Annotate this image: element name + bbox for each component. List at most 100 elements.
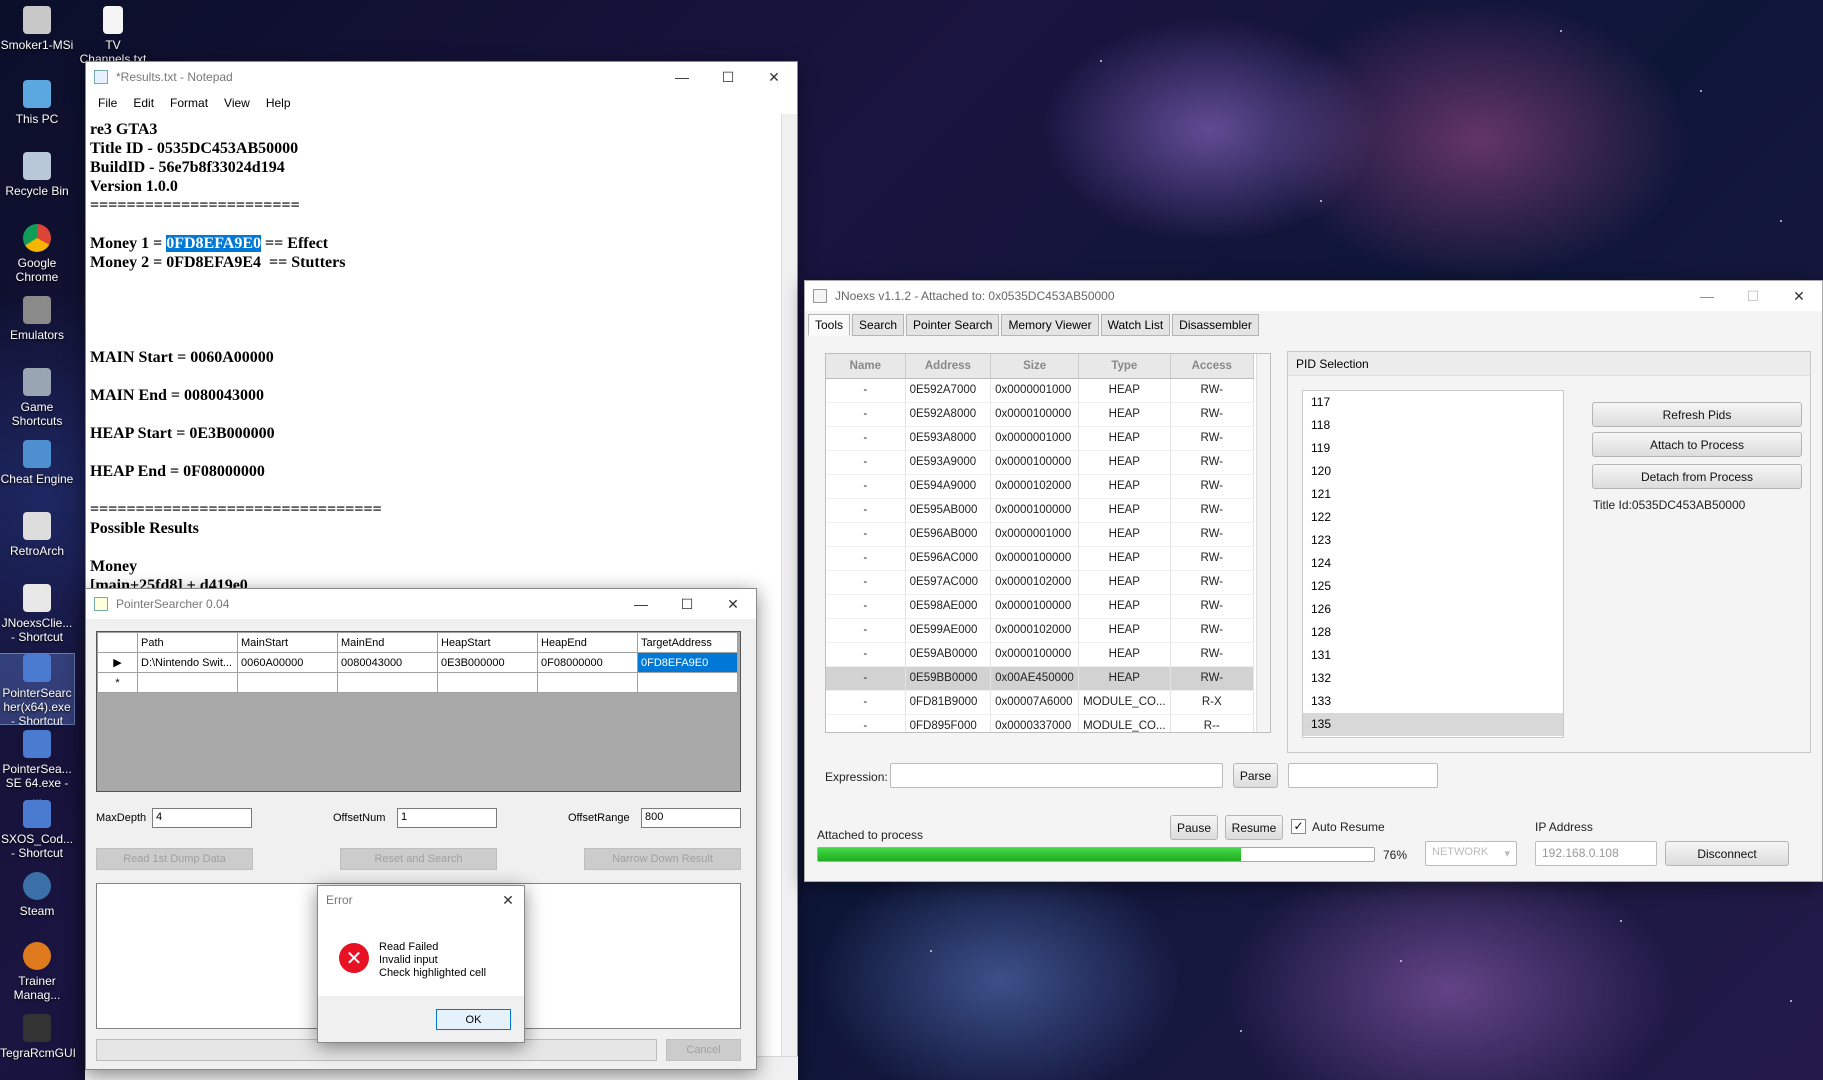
close-button[interactable]: ✕ bbox=[751, 62, 797, 92]
table-row[interactable]: -0E598AE000 0x0000100000 HEAP RW- bbox=[826, 594, 1255, 619]
cell-name[interactable]: - bbox=[826, 474, 906, 499]
cell-access[interactable]: RW- bbox=[1170, 474, 1255, 499]
table-row[interactable]: -0E592A7000 0x0000001000 HEAP RW- bbox=[826, 378, 1255, 403]
desktop-icon-smoker1[interactable]: Smoker1-MSi bbox=[0, 6, 74, 64]
tab-watch-list[interactable]: Watch List bbox=[1100, 314, 1171, 336]
pid-list[interactable]: 117 118 119 120 121 122 123 124 125 126 128 131 132 1… bbox=[1302, 390, 1564, 738]
offsetnum-input[interactable]: 1 bbox=[397, 808, 497, 828]
pointersearcher-titlebar[interactable]: PointerSearcher 0.04 — ☐ ✕ bbox=[86, 589, 756, 619]
cell-access[interactable]: RW- bbox=[1170, 522, 1255, 547]
table-row[interactable]: -0FD895F000 0x0000337000 MODULE_CO... R-- bbox=[826, 714, 1255, 732]
table-row[interactable]: -0E592A8000 0x0000100000 HEAP RW- bbox=[826, 402, 1255, 427]
tab-memory-viewer[interactable]: Memory Viewer bbox=[1001, 314, 1099, 336]
cell-size[interactable]: 0x0000100000 bbox=[990, 642, 1080, 667]
close-button[interactable]: ✕ bbox=[492, 886, 524, 914]
close-button[interactable]: ✕ bbox=[710, 589, 756, 619]
cell-size[interactable]: 0x0000001000 bbox=[990, 378, 1080, 403]
parse-button[interactable]: Parse bbox=[1233, 763, 1278, 788]
desktop-icon-steam[interactable]: Steam bbox=[0, 872, 74, 918]
list-item[interactable]: 121 bbox=[1303, 483, 1563, 506]
column-header-targetaddress[interactable]: TargetAddress bbox=[637, 632, 738, 653]
list-item[interactable]: 135 bbox=[1303, 713, 1563, 736]
cell-type[interactable]: HEAP bbox=[1078, 378, 1171, 403]
cell-type[interactable]: HEAP bbox=[1078, 402, 1171, 427]
list-item[interactable]: 126 bbox=[1303, 598, 1563, 621]
cell-address[interactable]: 0E594A9000 bbox=[905, 474, 992, 499]
notepad-titlebar[interactable]: *Results.txt - Notepad — ☐ ✕ bbox=[86, 62, 797, 92]
cell-type[interactable]: HEAP bbox=[1078, 498, 1171, 523]
minimize-button[interactable]: — bbox=[1684, 281, 1730, 311]
menu-help[interactable]: Help bbox=[258, 96, 299, 110]
cell-name[interactable]: - bbox=[826, 402, 906, 427]
empty-cell[interactable] bbox=[637, 672, 738, 693]
cell-targetaddress[interactable]: 0FD8EFA9E0 bbox=[637, 652, 738, 673]
expression-input[interactable] bbox=[890, 763, 1223, 788]
table-row[interactable]: -0E594A9000 0x0000102000 HEAP RW- bbox=[826, 474, 1255, 499]
cell-address[interactable]: 0FD81B9000 bbox=[905, 690, 992, 715]
minimize-button[interactable]: — bbox=[659, 62, 705, 92]
list-item[interactable]: 125 bbox=[1303, 575, 1563, 598]
cell-address[interactable]: 0E596AC000 bbox=[905, 546, 992, 571]
cell-mainend[interactable]: 0080043000 bbox=[337, 652, 438, 673]
cell-access[interactable]: RW- bbox=[1170, 594, 1255, 619]
cell-type[interactable]: HEAP bbox=[1078, 642, 1171, 667]
list-item[interactable]: 132 bbox=[1303, 667, 1563, 690]
column-header-heapend[interactable]: HeapEnd bbox=[537, 632, 638, 653]
column-header-name[interactable]: Name bbox=[826, 354, 906, 379]
minimize-button[interactable]: — bbox=[618, 589, 664, 619]
cell-type[interactable]: HEAP bbox=[1078, 546, 1171, 571]
menu-edit[interactable]: Edit bbox=[125, 96, 162, 110]
table-row[interactable]: -0E596AB000 0x0000001000 HEAP RW- bbox=[826, 522, 1255, 547]
cell-size[interactable]: 0x0000001000 bbox=[990, 426, 1080, 451]
auto-resume-checkbox[interactable]: ✓ bbox=[1291, 819, 1306, 834]
ip-address-input[interactable]: 192.168.0.108 bbox=[1535, 841, 1657, 866]
desktop-icon-sxos[interactable]: SXOS_Cod... - Shortcut bbox=[0, 800, 74, 860]
cell-access[interactable]: RW- bbox=[1170, 426, 1255, 451]
cancel-button[interactable]: Cancel bbox=[666, 1039, 741, 1061]
tab-search[interactable]: Search bbox=[852, 314, 905, 336]
cell-access[interactable]: RW- bbox=[1170, 378, 1255, 403]
error-titlebar[interactable]: Error ✕ bbox=[318, 886, 524, 914]
column-header-access[interactable]: Access bbox=[1170, 354, 1255, 379]
table-row[interactable]: -0E59BB0000 0x00AE450000 HEAP RW- bbox=[826, 666, 1255, 691]
cell-type[interactable]: HEAP bbox=[1078, 426, 1171, 451]
table-row[interactable]: -0E59AB0000 0x0000100000 HEAP RW- bbox=[826, 642, 1255, 667]
cell-type[interactable]: MODULE_CO... bbox=[1078, 714, 1171, 732]
cell-address[interactable]: 0E595AB000 bbox=[905, 498, 992, 523]
menu-file[interactable]: File bbox=[90, 96, 125, 110]
cell-size[interactable]: 0x0000100000 bbox=[990, 594, 1080, 619]
cell-access[interactable]: RW- bbox=[1170, 498, 1255, 523]
cell-type[interactable]: HEAP bbox=[1078, 522, 1171, 547]
cell-address[interactable]: 0E593A9000 bbox=[905, 450, 992, 475]
offsetrange-input[interactable]: 800 bbox=[641, 808, 741, 828]
cell-type[interactable]: HEAP bbox=[1078, 666, 1171, 691]
cell-size[interactable]: 0x0000102000 bbox=[990, 570, 1080, 595]
resume-button[interactable]: Resume bbox=[1225, 815, 1283, 840]
cell-name[interactable]: - bbox=[826, 594, 906, 619]
cell-name[interactable]: - bbox=[826, 426, 906, 451]
cell-access[interactable]: RW- bbox=[1170, 666, 1255, 691]
desktop-icon-tv-channels[interactable]: TV Channels.txt bbox=[78, 6, 148, 66]
cell-heapend[interactable]: 0F08000000 bbox=[537, 652, 638, 673]
table-row[interactable]: -0E596AC000 0x0000100000 HEAP RW- bbox=[826, 546, 1255, 571]
column-header-heapstart[interactable]: HeapStart bbox=[437, 632, 538, 653]
desktop-icon-retroarch[interactable]: RetroArch bbox=[0, 512, 74, 558]
cell-address[interactable]: 0E59AB0000 bbox=[905, 642, 992, 667]
ok-button[interactable]: OK bbox=[436, 1009, 511, 1030]
vertical-scrollbar[interactable] bbox=[1256, 354, 1270, 732]
cell-type[interactable]: HEAP bbox=[1078, 570, 1171, 595]
column-header-size[interactable]: Size bbox=[990, 354, 1080, 379]
cell-type[interactable]: HEAP bbox=[1078, 618, 1171, 643]
cell-address[interactable]: 0E597AC000 bbox=[905, 570, 992, 595]
list-item[interactable]: 123 bbox=[1303, 529, 1563, 552]
cell-name[interactable]: - bbox=[826, 666, 906, 691]
cell-name[interactable]: - bbox=[826, 714, 906, 732]
pause-button[interactable]: Pause bbox=[1170, 815, 1218, 840]
cell-address[interactable]: 0E598AE000 bbox=[905, 594, 992, 619]
list-item[interactable]: 118 bbox=[1303, 414, 1563, 437]
cell-access[interactable]: R-- bbox=[1170, 714, 1255, 732]
read-dump-button[interactable]: Read 1st Dump Data bbox=[96, 848, 253, 870]
desktop-icon-cheat-engine[interactable]: Cheat Engine bbox=[0, 440, 74, 486]
cell-access[interactable]: RW- bbox=[1170, 570, 1255, 595]
cell-name[interactable]: - bbox=[826, 690, 906, 715]
